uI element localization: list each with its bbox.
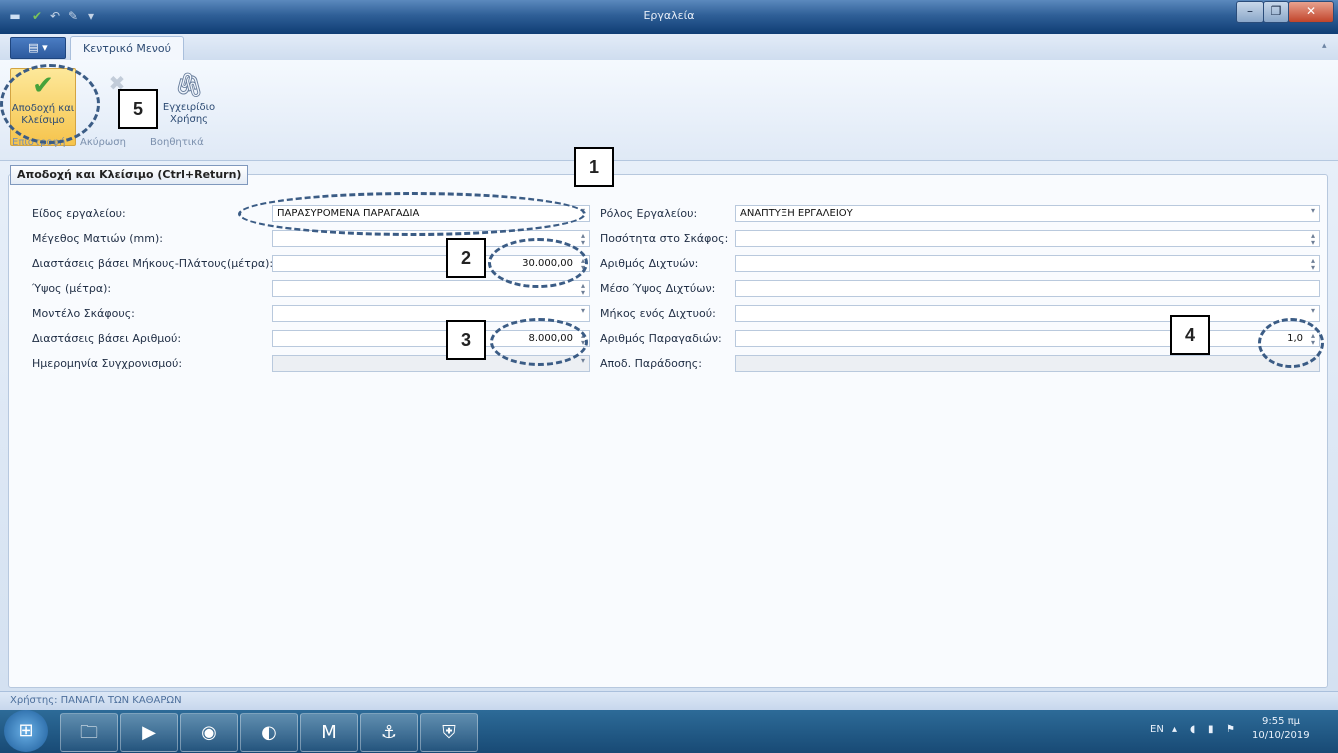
number-of-longlines-field[interactable]: 1,0 ▴ ▾ [735,330,1320,347]
label-quantity-on-vessel: Ποσότητα στο Σκάφος: [600,232,729,245]
tray-up-arrow-icon[interactable]: ▴ [1172,724,1177,735]
tool-role-value: ΑΝΑΠΤΥΞΗ ΕΡΓΑΛΕΙΟΥ [740,208,853,219]
spinner-icon[interactable]: ▴ ▾ [1309,232,1317,247]
annotation-number-5: 5 [118,89,158,129]
app-anchor-icon[interactable]: ⚓ [360,713,418,752]
malwarebytes-icon[interactable]: M [300,713,358,752]
annotation-ellipse-4 [1258,318,1324,368]
label-average-net-height: Μέσο Ύψος Διχτύων: [600,282,716,295]
single-net-length-field[interactable]: ▾ [735,305,1320,322]
average-net-height-field[interactable] [735,280,1320,297]
number-of-nets-field[interactable]: ▴ ▾ [735,255,1320,272]
status-bar: Χρήστης: ΠΑΝΑΓΙΑ ΤΩΝ ΚΑΘΑΡΩΝ [0,691,1338,711]
label-number-of-nets: Αριθμός Διχτυών: [600,257,699,270]
delivery-receipt-field [735,355,1320,372]
dropdown-arrow-icon: ▾ [1310,206,1315,215]
annotation-number-3: 3 [446,320,486,360]
tooltip: Αποδοχή και Κλείσιμο (Ctrl+Return) [10,165,249,185]
annotation-ellipse-2 [488,238,588,288]
media-player-icon[interactable]: ▶ [120,713,178,752]
start-button[interactable]: ⊞ [4,710,48,752]
firefox-icon[interactable]: ◐ [240,713,298,752]
status-user: Χρήστης: ΠΑΝΑΓΙΑ ΤΩΝ ΚΑΘΑΡΩΝ [10,695,182,706]
taskbar: ⊞ 🗀 ▶ ◉ ◐ M ⚓ ⛨ EN ▴ ◖ ▮ ⚑ 9:55 πμ 10/10… [0,710,1338,753]
folder-icon[interactable]: 🗀 [60,713,118,752]
flag-icon[interactable]: ⚑ [1226,724,1235,735]
spinner-icon[interactable]: ▴ ▾ [1309,257,1317,272]
application-menu-button[interactable]: ▤ ▾ [10,37,66,59]
label-number-of-longlines: Αριθμός Παραγαδιών: [600,332,722,345]
user-manual-button[interactable]: 🖇 Εγχειρίδιο Χρήσης [162,68,216,144]
label-dimensions-length-width: Διαστάσεις βάσει Μήκους-Πλάτους(μέτρα): [32,257,274,270]
annotation-number-2: 2 [446,238,486,278]
label-tool-type: Είδος εργαλείου: [32,207,126,220]
dropdown-arrow-icon: ▾ [580,306,585,315]
label-sync-date: Ημερομηνία Συγχρονισμού: [32,357,183,370]
title-bar: ▬ ✔ ↶ ✎ ▾ Εργαλεία – ❐ ✕ [0,0,1338,34]
label-single-net-length: Μήκος ενός Διχτυού: [600,307,716,320]
group-label-helpers: Βοηθητικά [150,137,204,148]
defender-icon[interactable]: ⛨ [420,713,478,752]
clock-time[interactable]: 9:55 πμ [1262,716,1300,727]
maximize-button[interactable]: ❐ [1263,1,1289,23]
user-manual-label: Εγχειρίδιο Χρήσης [162,102,216,125]
tool-details-panel [8,174,1328,688]
label-vessel-model: Μοντέλο Σκάφους: [32,307,135,320]
network-icon[interactable]: ▮ [1208,724,1214,735]
tool-role-select[interactable]: ΑΝΑΠΤΥΞΗ ΕΡΓΑΛΕΙΟΥ ▾ [735,205,1320,222]
spinner-icon[interactable]: ▴ ▾ [579,232,587,247]
window-title: Εργαλεία [643,9,695,22]
language-indicator[interactable]: EN [1150,724,1164,735]
annotation-ellipse-3 [490,318,588,366]
annotation-number-1: 1 [574,147,614,187]
label-height: Ύψος (μέτρα): [32,282,112,295]
clock-date[interactable]: 10/10/2019 [1252,730,1310,741]
label-delivery-receipt: Αποδ. Παράδοσης: [600,357,702,370]
dropdown-arrow-icon: ▾ [1310,306,1315,315]
ribbon-collapse-icon[interactable]: ▴ [1322,41,1327,51]
paperclip-icon: 🖇 [173,71,205,99]
close-button[interactable]: ✕ [1288,1,1334,23]
spinner-icon[interactable]: ▴ ▾ [579,282,587,297]
label-tool-role: Ρόλος Εργαλείου: [600,207,698,220]
annotation-number-4: 4 [1170,315,1210,355]
group-label-cancel: Ακύρωση [80,137,126,148]
dropdown-arrow-icon: ▾ [580,356,585,365]
chrome-icon[interactable]: ◉ [180,713,238,752]
label-mesh-size: Μέγεθος Ματιών (mm): [32,232,163,245]
tab-main-menu[interactable]: Κεντρικό Μενού [70,36,184,60]
ribbon-tabs: ▤ ▾ Κεντρικό Μενού ▴ [0,34,1338,61]
label-dimensions-by-number: Διαστάσεις βάσει Αριθμού: [32,332,182,345]
minimize-button[interactable]: – [1236,1,1264,23]
quantity-on-vessel-field[interactable]: ▴ ▾ [735,230,1320,247]
annotation-ellipse-5 [0,64,100,144]
volume-icon[interactable]: ◖ [1190,724,1195,735]
annotation-ellipse-1 [238,192,586,236]
